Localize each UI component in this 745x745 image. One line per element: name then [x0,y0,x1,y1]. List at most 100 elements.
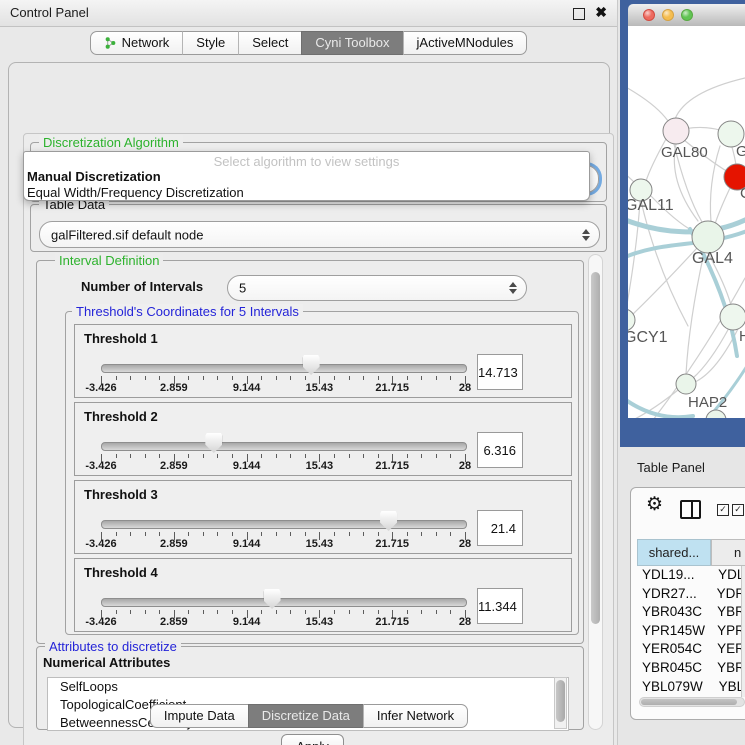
tick-mark [232,532,233,536]
tick-mark [363,454,364,458]
network-node-hap2[interactable] [676,374,696,394]
bottom-tabbar: Impute Data Discretize DataInfer Network [9,704,609,728]
tick-mark [407,454,408,458]
node-label-gal11: GAL11 [628,197,674,214]
popup-hint: Select algorithm to view settings [24,154,589,169]
column-header-n[interactable]: n [711,539,745,566]
tick-mark [261,454,262,458]
slider-ticks [101,532,465,540]
table-row[interactable]: YBR043CYBR0 [637,603,745,622]
checkbox-icon[interactable]: ✓ [732,504,744,516]
close-icon[interactable]: ✖ [595,4,607,21]
node-label-ga: GA [736,143,745,160]
algorithm-popup: Select algorithm to view settings Manual… [23,151,590,201]
combo-arrows-icon [582,229,590,241]
tab-label: Impute Data [164,705,235,727]
tick-mark [421,454,422,458]
table-row[interactable]: YBL079WYBL0 [637,678,745,697]
tick-mark [159,610,160,614]
table-row[interactable]: YPR145WYPR1 [637,622,745,641]
table-row[interactable]: YDR27...YDR2 [637,585,745,604]
threshold-box-2: Threshold 2-3.4262.8599.14415.4321.71528… [74,402,572,476]
tab-network[interactable]: Network [90,31,183,55]
network-node-h[interactable] [720,304,745,330]
threshold-box-1: Threshold 1-3.4262.8599.14415.4321.71528… [74,324,572,398]
attributes-title: Attributes to discretize [45,639,181,654]
node-label-gal80: GAL80 [661,144,708,161]
scale-label: -3.426 [85,382,116,394]
apply-button[interactable]: Apply [281,734,344,745]
tick-mark [116,376,117,380]
tick-mark [334,610,335,614]
interval-definition-title: Interval Definition [55,253,163,268]
slider-track[interactable] [101,364,467,373]
tab-discretize-data[interactable]: Discretize Data [248,704,363,728]
scale-label: 28 [459,616,471,628]
algorithm-option-manual-discretization[interactable]: Manual Discretization [27,169,161,184]
table-rows: YDL19...YDL1YDR27...YDR2YBR043CYBR0YPR14… [637,566,745,697]
zoom-traffic-light[interactable] [681,9,693,21]
threshold-value-field[interactable]: 11.344 [477,588,523,624]
tick-mark [421,610,422,614]
table-horizontal-scrollbar[interactable] [639,697,745,707]
scale-label: 2.859 [160,460,188,472]
tab-style[interactable]: Style [182,31,238,55]
algorithm-option-equal-width-frequency-discretization[interactable]: Equal Width/Frequency Discretization [27,185,244,200]
threshold-value-field[interactable]: 21.4 [477,510,523,546]
discretization-algorithm-title: Discretization Algorithm [39,135,183,150]
table-row[interactable]: YBR045CYBR0 [637,659,745,678]
tab-impute-data[interactable]: Impute Data [150,704,248,728]
scale-label: 15.43 [306,538,334,550]
split-table-icon[interactable] [680,500,701,519]
cell-shared-name: YBR045C [637,659,715,678]
tick-mark [276,376,277,380]
network-icon [104,36,117,50]
close-traffic-light[interactable] [643,9,655,21]
tick-mark [232,376,233,380]
tick-mark [334,532,335,536]
thresholds-title: Threshold's Coordinates for 5 Intervals [72,304,303,319]
slider-track[interactable] [101,520,467,529]
tab-label: Network [122,32,170,54]
attribute-selfloops[interactable]: SelfLoops [48,678,568,696]
tick-mark [305,610,306,614]
scale-label: 28 [459,538,471,550]
threshold-value-field[interactable]: 14.713 [477,354,523,390]
tick-mark [305,454,306,458]
table-panel-window: ⚙ ✓ ✓ shared...n YDL19...YDL1YDR27...YDR… [630,487,745,720]
checkbox-icon[interactable]: ✓ [717,504,729,516]
tick-mark [203,376,204,380]
tab-infer-network[interactable]: Infer Network [363,704,468,728]
table-data-combo[interactable]: galFiltered.sif default node [39,221,600,248]
slider-track[interactable] [101,442,467,451]
slider-track[interactable] [101,598,467,607]
tab-cyni-toolbox[interactable]: Cyni Toolbox [301,31,402,55]
tab-jactivemnodules[interactable]: jActiveMNodules [403,31,528,55]
threshold-value-field[interactable]: 6.316 [477,432,523,468]
combo-arrows-icon [509,282,517,294]
scale-label: 15.43 [306,616,334,628]
tick-mark [203,532,204,536]
table-row[interactable]: YER054CYER0 [637,640,745,659]
network-canvas[interactable]: GAL80GACGAL11GAL4GCY1HHAP2 [628,26,745,418]
float-window-icon[interactable] [573,8,585,20]
tick-mark [436,532,437,536]
network-node-gal80[interactable] [663,118,689,144]
network-node-gal4[interactable] [692,221,724,253]
number-of-intervals-combo[interactable]: 5 [227,275,527,301]
tick-mark [217,610,218,614]
network-node-node-partial[interactable] [706,410,726,418]
tick-mark [276,610,277,614]
scale-label: 21.715 [375,538,409,550]
column-header-shared[interactable]: shared... [637,539,711,566]
table-panel-title: Table Panel [637,460,705,475]
table-vertical-scrollbar[interactable] [741,566,745,697]
cyni-toolbox-panel: Discretization Algorithm Select algorith… [8,62,610,728]
gear-icon[interactable]: ⚙ [646,495,663,514]
table-row[interactable]: YDL19...YDL1 [637,566,745,585]
settings-scrollbar[interactable] [588,254,603,730]
tick-mark [349,610,350,614]
tab-select[interactable]: Select [238,31,301,55]
minimize-traffic-light[interactable] [662,9,674,21]
tick-mark [130,454,131,458]
